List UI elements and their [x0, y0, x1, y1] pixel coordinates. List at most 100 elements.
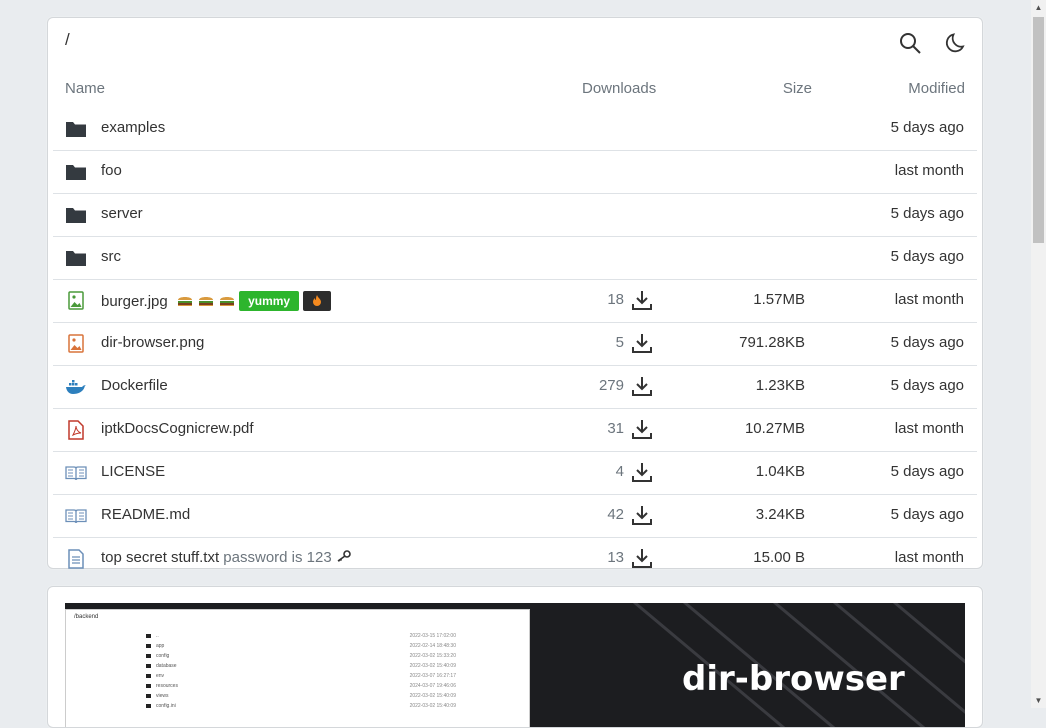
file-size: 10.27MB — [744, 420, 805, 437]
mini-list-item: app 2022-02-14 18:48:30 — [146, 642, 456, 650]
burger-emoji-icon — [177, 297, 192, 306]
folder-icon — [66, 208, 86, 223]
mini-name: database — [156, 663, 177, 669]
mini-list-item: config 2022-03-02 15:33:20 — [146, 652, 456, 660]
modified-time: 5 days ago — [890, 119, 964, 136]
file-link[interactable]: examples — [101, 119, 165, 136]
key-icon — [337, 550, 351, 562]
file-link[interactable]: LICENSE — [101, 463, 165, 480]
file-link[interactable]: server — [101, 205, 143, 222]
mini-date: 2022-03-07 16:27:17 — [409, 673, 456, 679]
mini-name: resources — [156, 683, 178, 689]
mini-folder-icon — [146, 664, 151, 668]
download-icon[interactable] — [631, 504, 653, 526]
image-file-icon — [68, 334, 84, 353]
download-count: 18 — [607, 291, 624, 308]
file-link[interactable]: src — [101, 248, 121, 265]
file-size: 791.28KB — [739, 334, 805, 351]
file-row[interactable]: examples 5 days ago — [53, 108, 977, 150]
search-icon[interactable] — [898, 31, 922, 55]
file-link[interactable]: README.md — [101, 506, 190, 523]
file-link[interactable]: foo — [101, 162, 122, 179]
mini-list-item: resources 2024-03-07 19:46:06 — [146, 682, 456, 690]
file-name: Dockerfile — [101, 377, 168, 394]
modified-time: 5 days ago — [890, 205, 964, 222]
file-size: 1.04KB — [755, 463, 805, 480]
column-header-downloads[interactable]: Downloads — [582, 80, 656, 97]
file-link[interactable]: Dockerfile — [101, 377, 168, 394]
download-count: 31 — [607, 420, 624, 437]
mini-list-item: .. 2022-03-15 17:02:00 — [146, 632, 456, 640]
download-count: 13 — [607, 549, 624, 566]
mini-date: 2022-03-02 15:40:09 — [409, 693, 456, 699]
download-count: 279 — [598, 377, 624, 394]
mini-list-item: env 2022-03-07 16:27:17 — [146, 672, 456, 680]
file-name: iptkDocsCognicrew.pdf — [101, 420, 254, 437]
scroll-thumb[interactable] — [1033, 17, 1044, 243]
docker-icon — [66, 380, 86, 394]
modified-time: last month — [894, 549, 964, 566]
file-row[interactable]: burger.jpg yummy 18 1.57MB last month — [53, 279, 977, 322]
readme-preview-card: /backend .. 2022-03-15 17:02:00 app 2022-02… — [47, 586, 983, 728]
fire-icon — [313, 295, 322, 306]
file-row[interactable]: Dockerfile 279 1.23KB 5 days ago — [53, 365, 977, 408]
mini-name: views — [156, 693, 169, 699]
mini-list-item: config.ini 2022-03-02 15:40:09 — [146, 702, 456, 710]
mini-folder-icon — [146, 644, 151, 648]
scroll-down-arrow-icon[interactable]: ▼ — [1034, 696, 1043, 705]
mini-list-item: views 2022-03-02 15:40:09 — [146, 692, 456, 700]
file-size: 3.24KB — [755, 506, 805, 523]
modified-time: 5 days ago — [890, 334, 964, 351]
file-table: examples 5 days ago foo last month server 5 d… — [53, 108, 977, 580]
mini-path: /backend — [74, 614, 99, 620]
burger-emoji-icon — [219, 297, 234, 306]
file-row[interactable]: iptkDocsCognicrew.pdf 31 10.27MB last month — [53, 408, 977, 451]
moon-icon[interactable] — [944, 31, 968, 55]
download-icon[interactable] — [631, 418, 653, 440]
file-name: LICENSE — [101, 463, 165, 480]
file-row[interactable]: server 5 days ago — [53, 193, 977, 236]
column-header-name[interactable]: Name — [65, 80, 105, 97]
download-icon[interactable] — [631, 547, 653, 569]
mini-date: 2022-03-02 15:40:09 — [409, 703, 456, 709]
file-row[interactable]: src 5 days ago — [53, 236, 977, 279]
table-header: Name Downloads Size Modified — [48, 80, 982, 100]
fire-badge — [303, 291, 332, 311]
text-file-icon — [68, 549, 84, 569]
mini-name: .. — [156, 633, 159, 639]
file-link[interactable]: burger.jpg — [101, 293, 168, 310]
download-count: 5 — [615, 334, 624, 351]
file-size: 15.00 B — [753, 549, 805, 566]
file-row[interactable]: LICENSE 4 1.04KB 5 days ago — [53, 451, 977, 494]
column-header-modified[interactable]: Modified — [908, 80, 965, 97]
download-icon[interactable] — [631, 375, 653, 397]
modified-time: last month — [894, 291, 964, 308]
modified-time: last month — [894, 162, 964, 179]
file-row[interactable]: top secret stuff.txt password is 123 13 15… — [53, 537, 977, 580]
file-link[interactable]: top secret stuff.txt — [101, 549, 219, 566]
file-row[interactable]: foo last month — [53, 150, 977, 193]
modified-time: 5 days ago — [890, 377, 964, 394]
file-size: 1.23KB — [755, 377, 805, 394]
download-icon[interactable] — [631, 332, 653, 354]
file-name: burger.jpg yummy — [101, 291, 332, 311]
mini-folder-icon — [146, 694, 151, 698]
scroll-up-arrow-icon[interactable]: ▲ — [1034, 3, 1043, 12]
file-link[interactable]: iptkDocsCognicrew.pdf — [101, 420, 254, 437]
file-link[interactable]: dir-browser.png — [101, 334, 204, 351]
mini-date: 2022-03-02 15:33:20 — [409, 653, 456, 659]
modified-time: last month — [894, 420, 964, 437]
file-name: server — [101, 205, 143, 222]
column-header-size[interactable]: Size — [783, 80, 812, 97]
download-icon[interactable] — [631, 289, 653, 311]
file-row[interactable]: README.md 42 3.24KB 5 days ago — [53, 494, 977, 537]
file-name: top secret stuff.txt password is 123 — [101, 549, 351, 566]
folder-icon — [66, 122, 86, 137]
mini-folder-icon — [146, 674, 151, 678]
modified-time: 5 days ago — [890, 248, 964, 265]
mini-date: 2022-03-15 17:02:00 — [409, 633, 456, 639]
page-scrollbar[interactable]: ▲ ▼ — [1031, 0, 1046, 708]
download-icon[interactable] — [631, 461, 653, 483]
file-row[interactable]: dir-browser.png 5 791.28KB 5 days ago — [53, 322, 977, 365]
tag-badge: yummy — [239, 291, 300, 311]
